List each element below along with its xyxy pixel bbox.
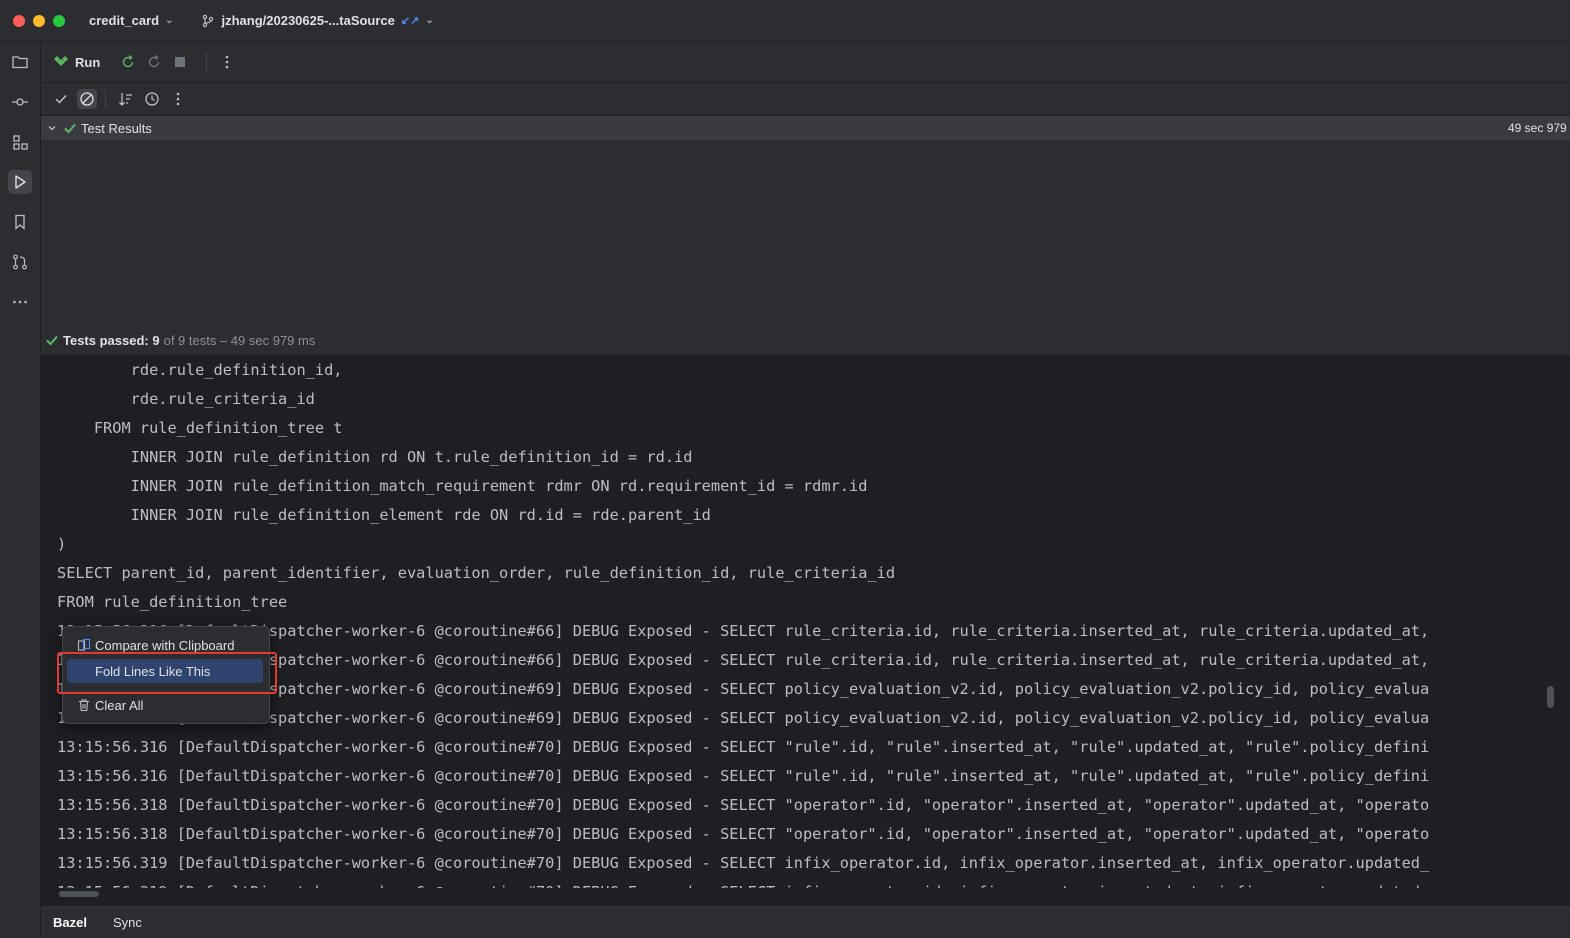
annotation-highlight-box <box>57 652 277 694</box>
console-output[interactable]: rde.rule_definition_id, rde.rule_criteri… <box>41 356 1544 888</box>
console-horizontal-scrollbar[interactable] <box>41 888 1544 900</box>
console-line: ) <box>57 535 67 553</box>
commit-icon[interactable] <box>8 90 32 114</box>
zoom-window-button[interactable] <box>53 14 65 27</box>
chevron-down-icon: ⌄ <box>425 15 434 26</box>
more-options-icon[interactable] <box>221 54 233 70</box>
console-line: 13:15:56.318 [DefaultDispatcher-worker-6… <box>57 796 1430 814</box>
console-line: 13:15:56.319 [DefaultDispatcher-worker-6… <box>57 878 1429 888</box>
console-line: rde.rule_definition_id, <box>57 361 343 379</box>
left-tool-strip <box>0 42 41 938</box>
run-toolwindow-header: Run <box>41 42 1570 83</box>
check-icon <box>64 123 76 134</box>
tab-bazel[interactable]: Bazel <box>53 915 87 930</box>
tests-passed-summary: of 9 tests – 49 sec 979 ms <box>163 332 316 348</box>
chevron-down-icon: ⌄ <box>165 15 174 26</box>
scrollbar-thumb[interactable] <box>59 891 99 897</box>
incoming-outgoing-icon: ↙↗ <box>400 15 420 27</box>
show-passed-icon[interactable] <box>51 89 71 109</box>
project-folder-icon[interactable] <box>8 50 32 74</box>
bookmark-icon[interactable] <box>8 210 32 234</box>
show-ignored-icon[interactable] <box>77 89 97 109</box>
bazel-logo-icon <box>54 56 68 66</box>
divider <box>206 53 208 71</box>
console-line: 13:15:56.316 [DefaultDispatcher-worker-6… <box>57 767 1430 785</box>
pull-request-icon[interactable] <box>8 250 32 274</box>
console-line: 13:15:56.319 [DefaultDispatcher-worker-6… <box>57 854 1430 872</box>
console-vertical-scrollbar[interactable] <box>1544 356 1558 900</box>
console-line: INNER JOIN rule_definition_match_require… <box>57 477 868 495</box>
test-toolbar <box>41 83 1570 115</box>
console-line: SELECT parent_id, parent_identifier, eva… <box>57 564 896 582</box>
test-tree-area <box>41 140 1570 325</box>
stop-icon[interactable] <box>172 54 188 70</box>
close-window-button[interactable] <box>13 14 25 27</box>
more-tools-icon[interactable] <box>8 290 32 314</box>
title-bar: credit_card ⌄ jzhang/20230625-...taSourc… <box>0 0 1570 42</box>
bottom-tab-bar: Bazel Sync <box>41 906 1570 938</box>
branch-selector[interactable]: jzhang/20230625-...taSource ↙↗ ⌄ <box>201 13 434 28</box>
project-name: credit_card <box>89 13 160 28</box>
test-status-line: Tests passed: 9 of 9 tests – 49 sec 979 … <box>41 325 1570 355</box>
test-results-node[interactable]: Test Results 49 sec 979 ms <box>41 116 1570 140</box>
console-line: rde.rule_criteria_id <box>57 390 315 408</box>
test-results-label: Test Results <box>81 120 152 136</box>
run-icon[interactable] <box>8 170 32 194</box>
console-line: FROM rule_definition_tree t <box>57 419 343 437</box>
menu-item-label: Clear All <box>95 697 144 713</box>
project-selector[interactable]: credit_card ⌄ <box>89 13 173 28</box>
rerun-icon[interactable] <box>120 54 136 70</box>
compare-icon <box>73 638 95 652</box>
rerun-failed-icon[interactable] <box>146 54 162 70</box>
trash-icon <box>73 698 95 712</box>
history-icon[interactable] <box>142 89 162 109</box>
console-line: 13:15:56.316 [DefaultDispatcher-worker-6… <box>57 738 1430 756</box>
console-line: INNER JOIN rule_definition rd ON t.rule_… <box>57 448 693 466</box>
tab-sync[interactable]: Sync <box>113 915 142 930</box>
minimize-window-button[interactable] <box>33 14 45 27</box>
git-branch-icon <box>203 14 214 27</box>
run-title: Run <box>75 54 101 70</box>
console-line: FROM rule_definition_tree <box>57 593 288 611</box>
chevron-down-icon[interactable] <box>47 123 57 133</box>
structure-icon[interactable] <box>8 130 32 154</box>
divider <box>105 90 106 108</box>
console-line: INNER JOIN rule_definition_element rde O… <box>57 506 711 524</box>
window-controls <box>13 14 65 27</box>
run-tab[interactable]: Run <box>53 55 100 70</box>
sort-icon[interactable] <box>116 89 136 109</box>
menu-item-clear-all[interactable]: Clear All <box>67 693 263 717</box>
more-options-icon[interactable] <box>168 89 188 109</box>
test-results-time: 49 sec 979 ms <box>1508 121 1570 135</box>
menu-item-label: Compare with Clipboard <box>95 637 235 653</box>
tests-passed-count: Tests passed: 9 <box>63 332 160 348</box>
console-line: 13:15:56.318 [DefaultDispatcher-worker-6… <box>57 825 1430 843</box>
scrollbar-thumb[interactable] <box>1547 686 1554 708</box>
check-icon <box>46 335 58 346</box>
branch-name: jzhang/20230625-...taSource <box>221 13 395 28</box>
